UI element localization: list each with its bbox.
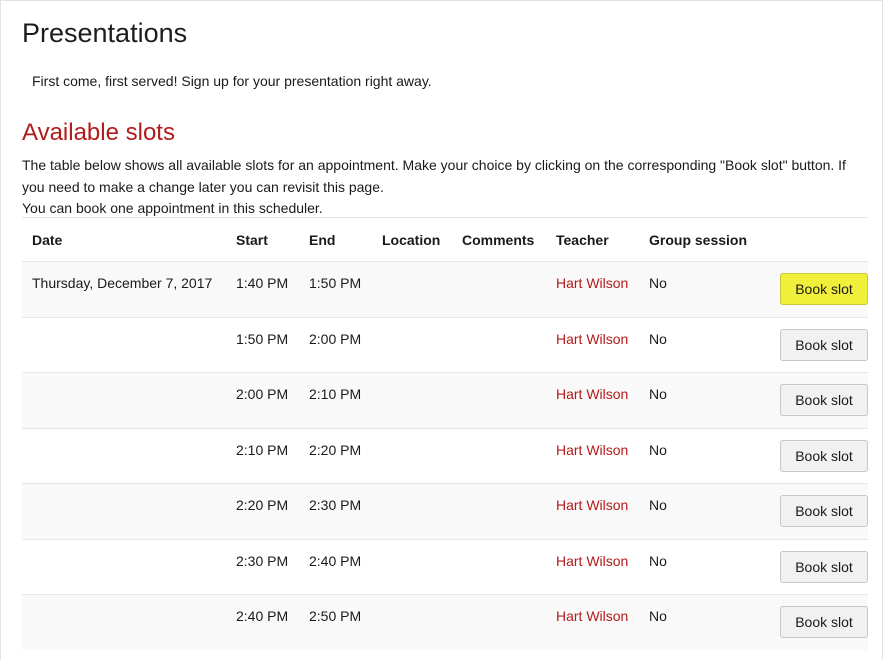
table-row: 1:50 PM 2:00 PM Hart Wilson No Book slot: [22, 316, 868, 373]
teacher-link[interactable]: Hart Wilson: [556, 275, 628, 291]
teacher-link[interactable]: Hart Wilson: [556, 442, 628, 458]
header-teacher: Teacher: [546, 217, 639, 262]
page-title: Presentations: [22, 18, 188, 48]
cell-group-session: No: [649, 441, 667, 458]
description-line-1: The table below shows all available slot…: [22, 157, 846, 195]
cell-group-session: No: [649, 552, 667, 569]
cell-end: 2:00 PM: [309, 330, 362, 347]
table-row: Thursday, December 7, 2017 1:40 PM 1:50 PM…: [22, 261, 868, 317]
cell-start: 2:00 PM: [236, 386, 289, 403]
cell-end: 2:40 PM: [309, 552, 362, 569]
cell-start: 1:40 PM: [236, 275, 289, 292]
teacher-link[interactable]: Hart Wilson: [556, 331, 628, 347]
cell-date: Thursday, December 7, 2017: [32, 275, 213, 292]
book-slot-button[interactable]: Book slot: [780, 606, 868, 639]
cell-start: 2:10 PM: [236, 441, 289, 458]
book-slot-button[interactable]: Book slot: [780, 273, 868, 306]
cell-end: 1:50 PM: [309, 275, 362, 292]
description-line-2: You can book one appointment in this sch…: [22, 200, 323, 216]
available-slots-table: Date Start End Location Comments Teacher…: [22, 217, 868, 650]
header-location: Location: [372, 217, 452, 262]
book-slot-button[interactable]: Book slot: [780, 550, 868, 583]
header-start: Start: [226, 217, 299, 262]
cell-end: 2:20 PM: [309, 441, 362, 458]
book-slot-button[interactable]: Book slot: [780, 439, 868, 472]
section-title: Available slots: [22, 119, 175, 146]
cell-group-session: No: [649, 497, 667, 514]
header-date: Date: [22, 217, 226, 262]
teacher-link[interactable]: Hart Wilson: [556, 386, 628, 402]
section-description: The table below shows all available slot…: [22, 155, 868, 220]
teacher-link[interactable]: Hart Wilson: [556, 553, 628, 569]
cell-start: 2:30 PM: [236, 552, 289, 569]
cell-end: 2:50 PM: [309, 608, 362, 625]
table-row: 2:00 PM 2:10 PM Hart Wilson No Book slot: [22, 372, 868, 428]
book-slot-button[interactable]: Book slot: [780, 495, 868, 528]
header-actions: [749, 217, 868, 262]
cell-group-session: No: [649, 275, 667, 292]
table-header-row: Date Start End Location Comments Teacher…: [22, 217, 868, 262]
book-slot-button[interactable]: Book slot: [780, 384, 868, 417]
book-slot-button[interactable]: Book slot: [780, 328, 868, 361]
cell-group-session: No: [649, 608, 667, 625]
header-end: End: [299, 217, 372, 262]
header-comments: Comments: [452, 217, 546, 262]
header-group-session: Group session: [639, 217, 749, 262]
teacher-link[interactable]: Hart Wilson: [556, 497, 628, 513]
slot-rows: Thursday, December 7, 2017 1:40 PM 1:50 PM…: [22, 261, 868, 650]
table-row: 2:40 PM 2:50 PM Hart Wilson No Book slot: [22, 594, 868, 650]
table-row: 2:20 PM 2:30 PM Hart Wilson No Book slot: [22, 483, 868, 539]
table-row: 2:30 PM 2:40 PM Hart Wilson No Book slot: [22, 538, 868, 595]
table-row: 2:10 PM 2:20 PM Hart Wilson No Book slot: [22, 427, 868, 484]
cell-start: 2:40 PM: [236, 608, 289, 625]
cell-start: 2:20 PM: [236, 497, 289, 514]
cell-end: 2:30 PM: [309, 497, 362, 514]
intro-text: First come, first served! Sign up for yo…: [32, 73, 432, 89]
cell-group-session: No: [649, 386, 667, 403]
cell-group-session: No: [649, 330, 667, 347]
cell-end: 2:10 PM: [309, 386, 362, 403]
cell-start: 1:50 PM: [236, 330, 289, 347]
teacher-link[interactable]: Hart Wilson: [556, 608, 628, 624]
